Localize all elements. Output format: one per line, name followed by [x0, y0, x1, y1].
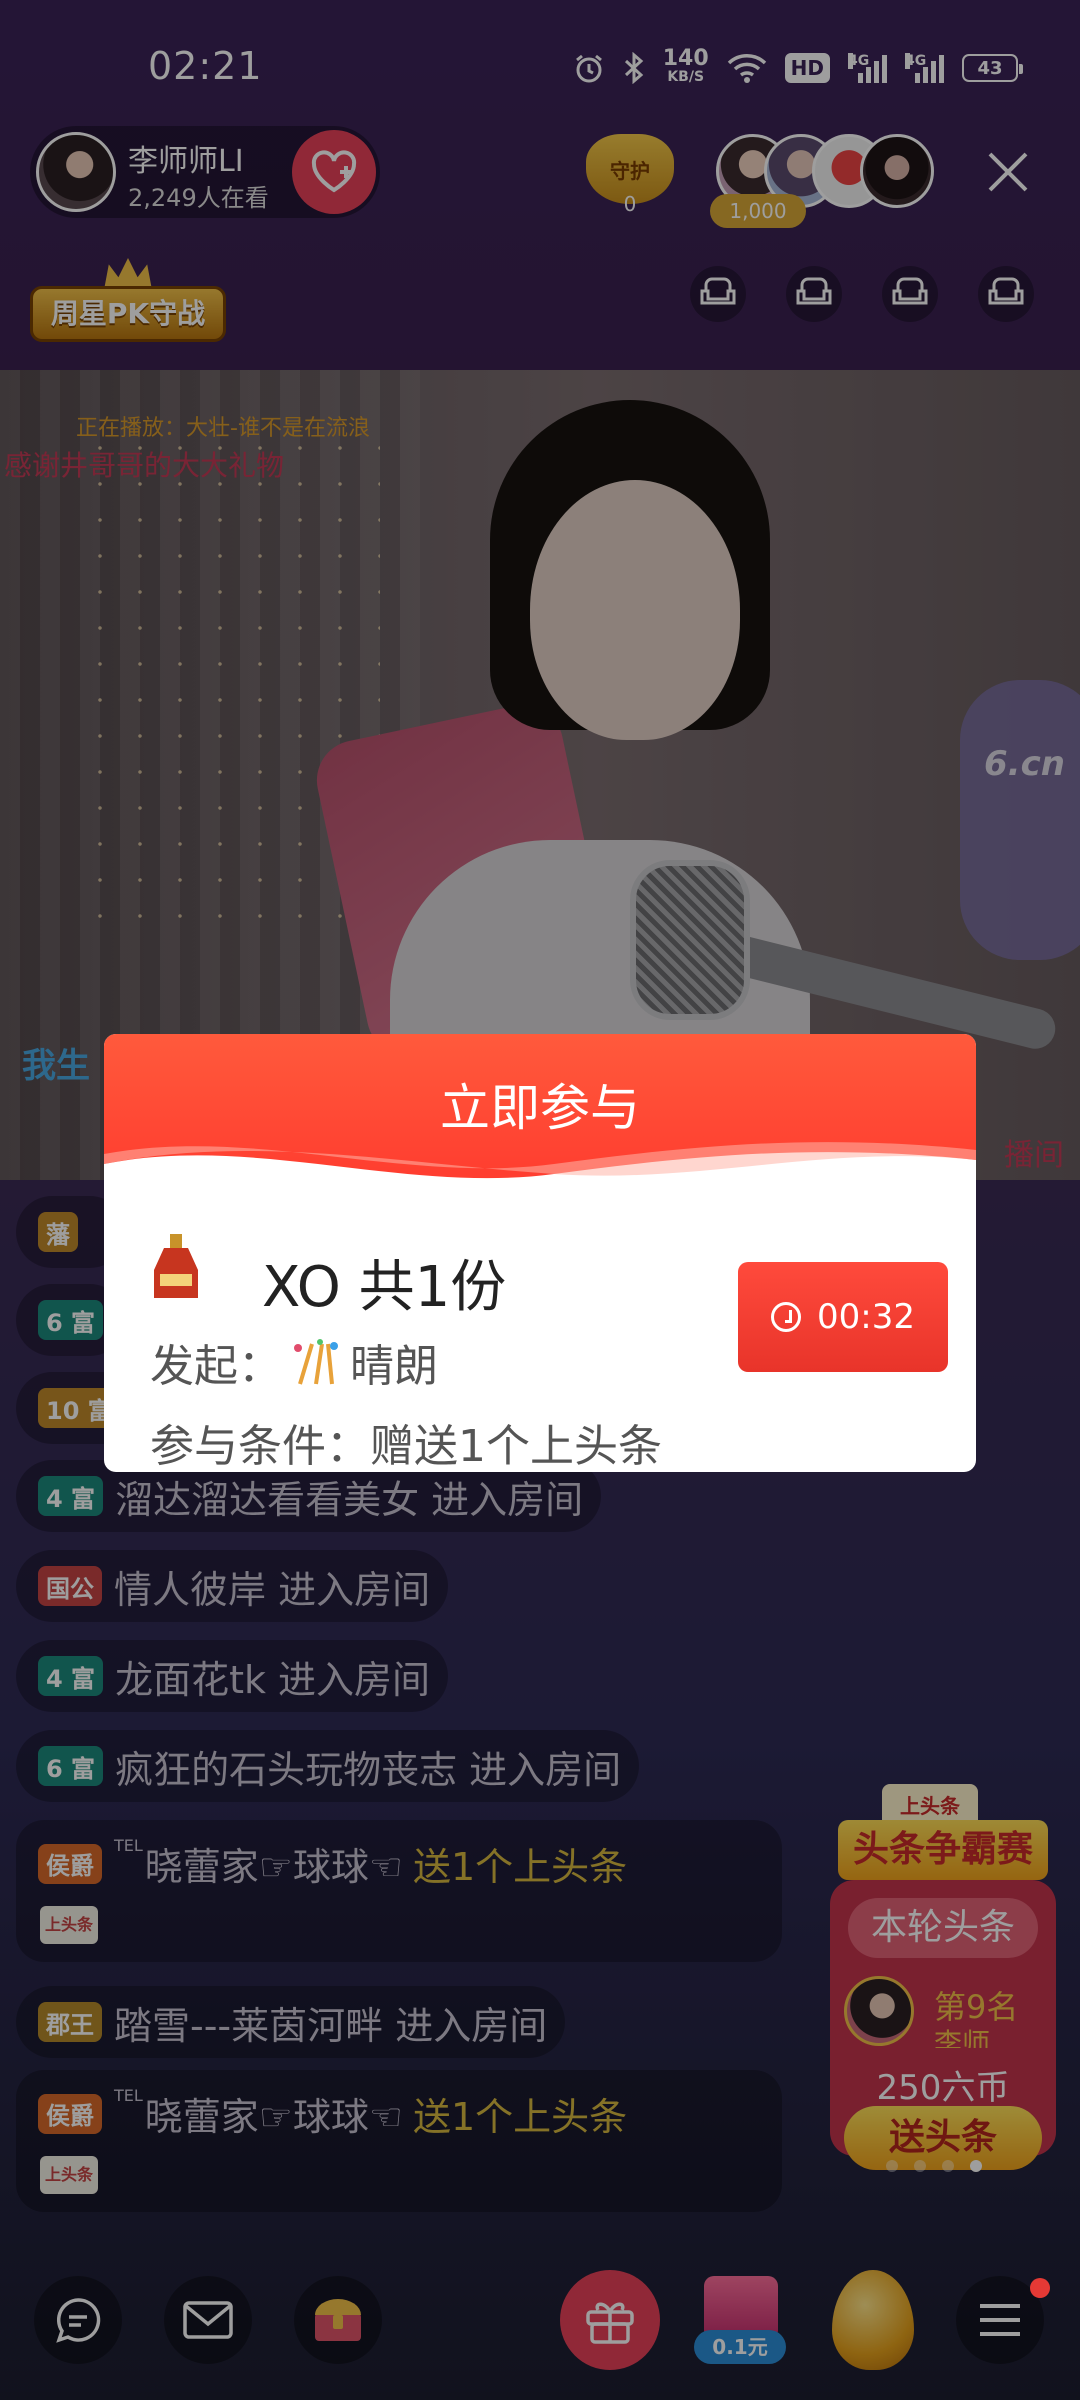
lottery-modal: 立即参与 XO 共1份 发起： 晴朗 参与条件：赠送1个上头条 00:32: [104, 1034, 976, 1472]
modal-close-button[interactable]: [880, 1062, 948, 1206]
notification-dot: [1030, 2278, 1050, 2298]
close-icon: [882, 1164, 924, 1206]
countdown-button[interactable]: 00:32: [738, 1262, 948, 1372]
countdown-text: 00:32: [817, 1297, 915, 1337]
initiator-label: 发起：: [150, 1341, 282, 1392]
modal-header: 立即参与: [104, 1034, 976, 1206]
xo-bottle-icon: [154, 1234, 198, 1298]
prize-text: XO 共1份: [262, 1255, 507, 1320]
modal-header-wave: [104, 1142, 976, 1204]
modal-title: 立即参与: [440, 1079, 640, 1137]
clock-icon: [771, 1302, 801, 1332]
confetti-icon: [294, 1339, 338, 1385]
participation-condition: 参与条件：赠送1个上头条: [150, 1421, 662, 1472]
initiator-name: 晴朗: [350, 1341, 438, 1392]
initiator-line: 发起： 晴朗: [150, 1330, 438, 1394]
